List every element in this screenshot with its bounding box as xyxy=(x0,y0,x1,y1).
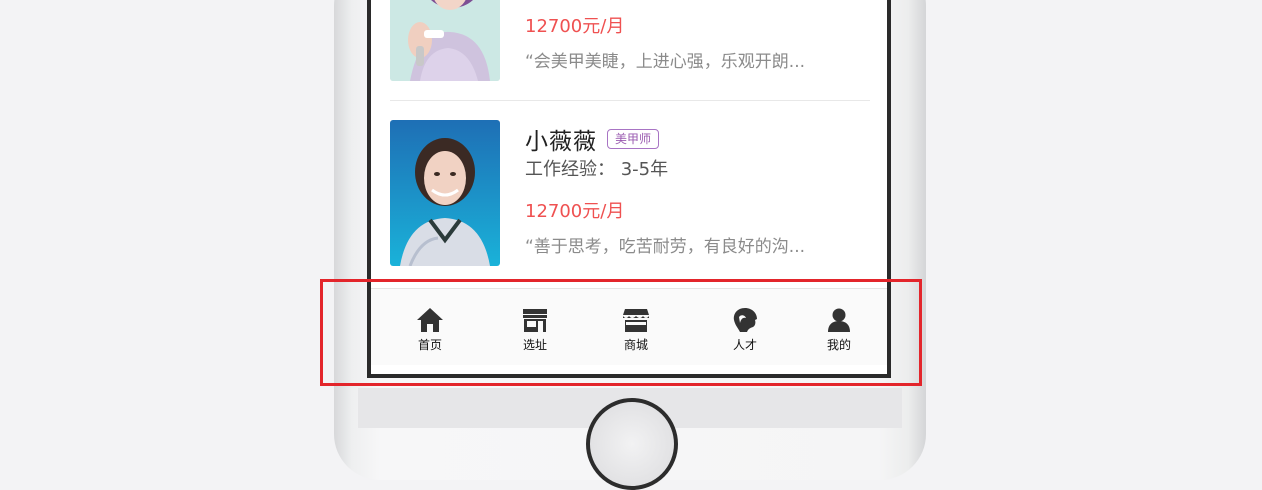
home-button[interactable] xyxy=(586,398,678,490)
tab-label: 我的 xyxy=(826,338,851,352)
tab-location[interactable]: 选址 xyxy=(505,307,565,353)
app-screen: 12700元/月 “会美甲美睫，上进心强，乐观开朗... 小薇薇 美甲师 工作经… xyxy=(367,0,891,378)
tab-label: 选址 xyxy=(522,338,547,352)
candidate-salary: 12700元/月 xyxy=(525,201,625,222)
candidate-photo xyxy=(390,0,500,81)
candidate-header: 小薇薇 美甲师 xyxy=(525,122,660,156)
storefront-icon xyxy=(523,309,547,332)
candidate-quote: “善于思考，吃苦耐劳，有良好的沟... xyxy=(525,237,806,257)
person-head-icon xyxy=(733,308,757,332)
candidate-quote: “会美甲美睫，上进心强，乐观开朗... xyxy=(525,52,806,72)
tab-home[interactable]: 首页 xyxy=(400,307,460,353)
bottom-tab-bar: 首页 选址 商城 人才 我的 xyxy=(371,288,887,365)
tab-mall[interactable]: 商城 xyxy=(606,307,666,353)
tab-talent[interactable]: 人才 xyxy=(715,307,775,353)
home-icon xyxy=(417,308,443,332)
role-badge: 美甲师 xyxy=(607,129,660,149)
shop-awning-icon xyxy=(623,309,649,332)
tab-label: 人才 xyxy=(732,338,757,352)
candidate-card[interactable]: 小薇薇 美甲师 工作经验： 3-5年 12700元/月 “善于思考，吃苦耐劳，有… xyxy=(390,120,870,270)
candidate-salary: 12700元/月 xyxy=(525,16,625,37)
candidate-photo xyxy=(390,120,500,266)
tab-mine[interactable]: 我的 xyxy=(809,307,869,353)
tab-label: 首页 xyxy=(417,338,442,352)
candidate-name: 小薇薇 xyxy=(525,129,597,155)
candidate-experience: 工作经验： 3-5年 xyxy=(525,159,669,180)
user-icon xyxy=(828,308,850,332)
tab-label: 商城 xyxy=(623,338,648,352)
card-divider xyxy=(390,100,870,101)
candidate-card[interactable]: 12700元/月 “会美甲美睫，上进心强，乐观开朗... xyxy=(390,0,870,81)
